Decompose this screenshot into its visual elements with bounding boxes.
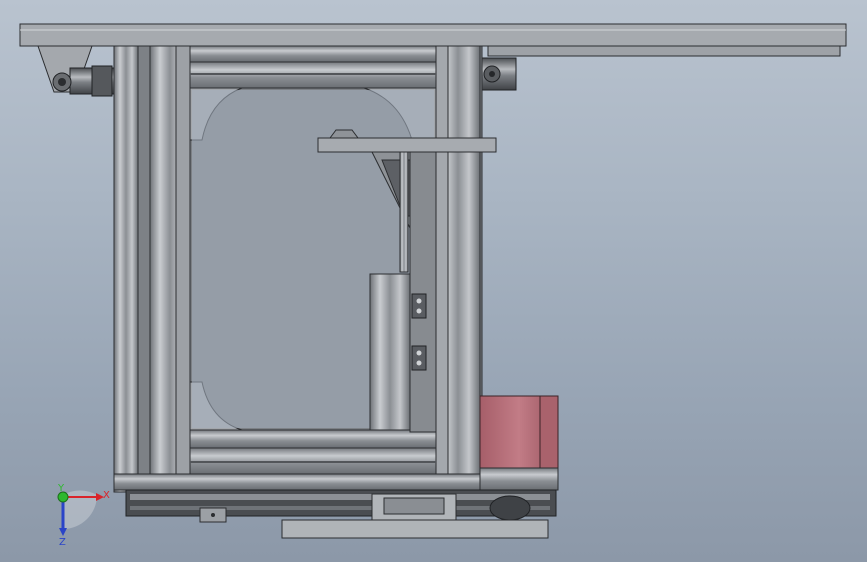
y-axis-label: Y [57,483,65,494]
right-fitting[interactable] [479,57,517,91]
graphics-viewport[interactable]: X Y Z [0,0,867,562]
motor[interactable] [479,395,559,491]
cad-model[interactable]: X Y Z [0,0,867,562]
axis-triad[interactable]: X Y Z [57,483,110,548]
z-axis-label: Z [59,537,66,548]
x-axis-label: X [103,490,110,501]
